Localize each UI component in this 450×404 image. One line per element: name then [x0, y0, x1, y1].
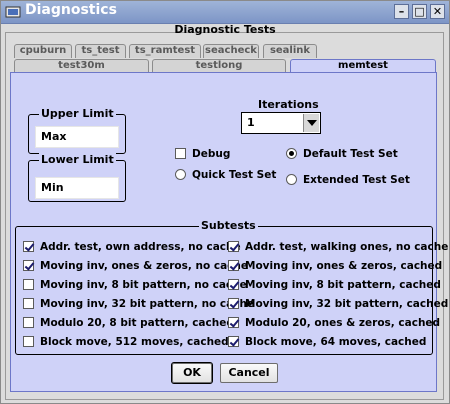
- extended-test-set-radio-dot[interactable]: [286, 174, 297, 185]
- subtests-group: Subtests Addr. test, own address, no cac…: [15, 219, 448, 355]
- maximize-button[interactable]: □: [412, 4, 427, 19]
- subtest-checkbox[interactable]: [23, 336, 34, 347]
- default-test-set-label: Default Test Set: [303, 148, 398, 160]
- subtest-checkbox[interactable]: [23, 279, 34, 290]
- title-bar[interactable]: Diagnostics – □ ✕: [1, 1, 449, 24]
- diagnostics-window: Diagnostics – □ ✕ Diagnostic Tests cpubu…: [0, 0, 450, 404]
- tab-testlong[interactable]: testlong: [152, 59, 286, 73]
- upper-limit-label: Upper Limit: [39, 107, 116, 121]
- subtest-checkbox[interactable]: [228, 241, 239, 252]
- close-icon: ✕: [432, 5, 443, 18]
- diagnostic-tests-title: Diagnostic Tests: [174, 23, 276, 36]
- close-button[interactable]: ✕: [430, 4, 445, 19]
- subtest-checkbox[interactable]: [228, 317, 239, 328]
- subtest-checkbox[interactable]: [23, 317, 34, 328]
- minimize-icon: –: [398, 5, 405, 18]
- subtest-label: Addr. test, walking ones, no cache: [245, 241, 449, 253]
- subtest-label: Moving inv, ones & zeros, cached: [245, 260, 443, 272]
- extended-test-set-label: Extended Test Set: [303, 174, 410, 186]
- subtest-checkbox[interactable]: [23, 260, 34, 271]
- subtest-label: Moving inv, ones & zeros, no cache: [40, 260, 248, 272]
- subtest-label: Modulo 20, 8 bit pattern, cached: [40, 317, 234, 329]
- app-icon: [5, 6, 21, 18]
- upper-limit-box: Upper Limit Max: [28, 107, 126, 154]
- window-title: Diagnostics: [25, 2, 117, 18]
- subtest-label: Addr. test, own address, no cache: [40, 241, 241, 253]
- minimize-button[interactable]: –: [394, 4, 409, 19]
- subtest-checkbox[interactable]: [23, 241, 34, 252]
- subtest-checkbox[interactable]: [228, 260, 239, 271]
- tab-ts-test[interactable]: ts_test: [75, 44, 126, 58]
- subtests-label: Subtests: [199, 219, 258, 233]
- tab-seacheck[interactable]: seacheck: [203, 44, 259, 58]
- debug-label: Debug: [192, 148, 231, 160]
- subtest-label: Moving inv, 8 bit pattern, no cache: [40, 279, 247, 291]
- lower-limit-label: Lower Limit: [39, 153, 116, 167]
- lower-limit-box: Lower Limit Min: [28, 153, 126, 202]
- subtest-label: Moving inv, 8 bit pattern, cached: [245, 279, 441, 291]
- subtest-label: Moving inv, 32 bit pattern, cached: [245, 298, 449, 310]
- tab-cpuburn[interactable]: cpuburn: [14, 44, 72, 58]
- tab-ts-ramtest[interactable]: ts_ramtest: [129, 44, 201, 58]
- quick-test-set-label: Quick Test Set: [192, 169, 277, 181]
- tab-test30m[interactable]: test30m: [14, 59, 149, 73]
- quick-test-set-radio-dot[interactable]: [175, 169, 186, 180]
- ok-button[interactable]: OK: [171, 362, 213, 384]
- debug-checkbox-box[interactable]: [175, 148, 186, 159]
- subtest-checkbox[interactable]: [228, 298, 239, 309]
- maximize-icon: □: [414, 5, 425, 18]
- cancel-button[interactable]: Cancel: [220, 363, 278, 383]
- subtest-label: Modulo 20, ones & zeros, cached: [245, 317, 441, 329]
- subtest-checkbox[interactable]: [228, 279, 239, 290]
- iterations-select[interactable]: 1: [241, 112, 321, 134]
- subtest-label: Block move, 512 moves, cached: [40, 336, 229, 348]
- tab-memtest[interactable]: memtest: [290, 59, 436, 73]
- default-test-set-radio-dot[interactable]: [286, 148, 297, 159]
- tab-sealink[interactable]: sealink: [263, 44, 317, 58]
- chevron-down-icon[interactable]: [303, 114, 319, 132]
- subtest-label: Moving inv, 32 bit pattern, no cache: [40, 298, 255, 310]
- subtest-checkbox[interactable]: [23, 298, 34, 309]
- subtest-label: Block move, 64 moves, cached: [245, 336, 427, 348]
- subtest-checkbox[interactable]: [228, 336, 239, 347]
- iterations-label: Iterations: [258, 98, 319, 111]
- iterations-value: 1: [247, 116, 255, 129]
- lower-limit-input[interactable]: Min: [35, 177, 119, 199]
- upper-limit-input[interactable]: Max: [35, 126, 119, 148]
